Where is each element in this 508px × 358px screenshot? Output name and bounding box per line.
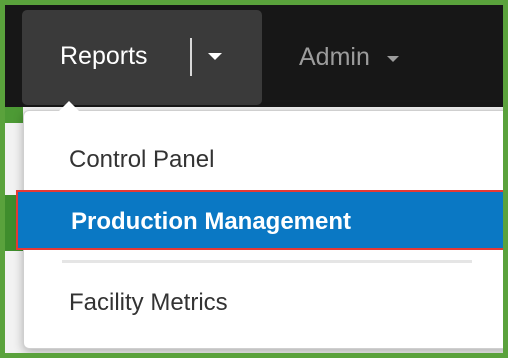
reports-split-divider <box>190 38 192 76</box>
top-navbar: Reports Admin <box>5 5 503 107</box>
background-accent-strip <box>5 107 23 123</box>
caret-down-icon[interactable] <box>208 53 222 60</box>
reports-nav-label[interactable]: Reports <box>60 40 148 72</box>
admin-nav-label[interactable]: Admin <box>299 41 370 73</box>
menu-divider <box>62 260 472 263</box>
dropdown-pointer <box>59 101 79 111</box>
app-frame: Reports Admin Control Panel Production M… <box>0 0 508 358</box>
menu-item-control-panel[interactable]: Control Panel <box>24 132 503 188</box>
caret-down-icon[interactable] <box>387 56 399 62</box>
menu-item-production-management[interactable]: Production Management <box>16 190 503 250</box>
reports-dropdown-menu: Control Panel Production Management Faci… <box>16 101 503 349</box>
reports-nav-group[interactable]: Reports <box>22 10 262 105</box>
menu-item-facility-metrics[interactable]: Facility Metrics <box>24 275 503 331</box>
